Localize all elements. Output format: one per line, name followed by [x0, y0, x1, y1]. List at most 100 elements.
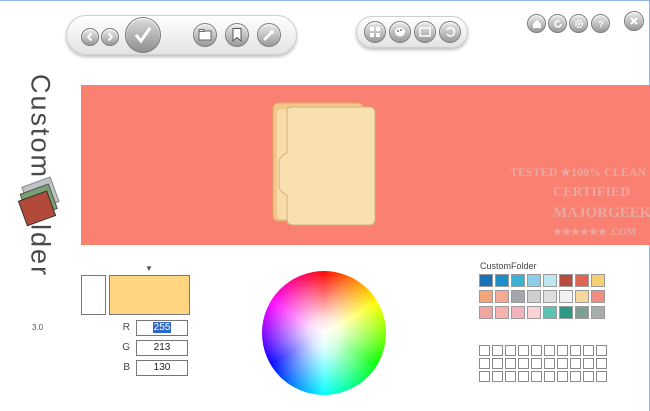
window-top-border [0, 0, 650, 1]
palette-swatch[interactable] [559, 306, 573, 319]
palette-swatch[interactable] [559, 274, 573, 287]
r-value: 255 [152, 322, 172, 333]
b-label: B [123, 362, 130, 373]
help-button[interactable]: ? [591, 14, 610, 33]
custom-color-slot[interactable] [505, 345, 516, 356]
palette-swatch[interactable] [479, 306, 493, 319]
color-wheel[interactable] [262, 271, 386, 395]
checkmark-icon [134, 27, 152, 44]
custom-color-slot[interactable] [479, 358, 490, 369]
close-icon [630, 17, 638, 25]
palette-swatch[interactable] [543, 290, 557, 303]
previous-color-swatch[interactable] [81, 275, 106, 315]
app-version: 3.0 [32, 323, 44, 332]
folder-preview-icon [272, 102, 376, 226]
watermark-line4: ★★★★★★ .COM [553, 227, 637, 238]
g-input[interactable]: 213 [136, 340, 188, 356]
r-input[interactable]: 255 [136, 320, 188, 336]
custom-color-slot[interactable] [518, 371, 529, 382]
custom-color-slot[interactable] [583, 345, 594, 356]
custom-color-slot[interactable] [544, 371, 555, 382]
palette-swatch[interactable] [527, 306, 541, 319]
grid-tool-button[interactable] [364, 21, 386, 43]
custom-color-slot[interactable] [596, 371, 607, 382]
palette-swatch[interactable] [479, 274, 493, 287]
custom-color-slot[interactable] [531, 371, 542, 382]
palette-swatch[interactable] [559, 290, 573, 303]
folder-icon [198, 29, 212, 41]
custom-color-slot[interactable] [518, 345, 529, 356]
custom-color-slot[interactable] [492, 345, 503, 356]
palette-swatch[interactable] [575, 290, 589, 303]
palette-swatch[interactable] [543, 274, 557, 287]
palette-swatch[interactable] [591, 306, 605, 319]
undo-tool-button[interactable] [439, 21, 461, 43]
custom-color-slot[interactable] [531, 345, 542, 356]
palette-tool-button[interactable] [389, 21, 411, 43]
folder-tool-button[interactable] [193, 23, 217, 47]
custom-color-slot[interactable] [492, 371, 503, 382]
custom-color-slot[interactable] [583, 371, 594, 382]
palette-swatch[interactable] [543, 306, 557, 319]
settings-button[interactable] [569, 14, 588, 33]
watermark-line2: CERTIFIED [553, 185, 631, 200]
svg-text:?: ? [598, 19, 604, 29]
watermark-line3: MAJORGEEKS [553, 205, 650, 221]
custom-color-slot[interactable] [570, 345, 581, 356]
palette-swatch[interactable] [511, 306, 525, 319]
custom-color-slot[interactable] [557, 358, 568, 369]
palette-swatch[interactable] [495, 306, 509, 319]
custom-color-slot[interactable] [492, 358, 503, 369]
image-icon [419, 27, 431, 37]
custom-color-slot[interactable] [544, 358, 555, 369]
g-label: G [122, 342, 130, 353]
custom-color-slot[interactable] [570, 371, 581, 382]
wand-tool-button[interactable] [257, 23, 281, 47]
palette-swatch[interactable] [575, 274, 589, 287]
custom-color-slot[interactable] [596, 345, 607, 356]
palette-swatch[interactable] [527, 290, 541, 303]
close-button[interactable] [624, 11, 644, 31]
refresh-button[interactable] [548, 14, 567, 33]
palette-swatch[interactable] [591, 274, 605, 287]
selected-color-marker: ▼ [145, 264, 153, 273]
custom-color-slot[interactable] [544, 345, 555, 356]
custom-color-slot[interactable] [518, 358, 529, 369]
palette-swatch[interactable] [575, 306, 589, 319]
forward-arrow-icon [107, 32, 114, 42]
bookmark-icon [232, 28, 242, 42]
palette-title: CustomFolder [480, 261, 537, 271]
wand-icon [263, 29, 275, 41]
r-label: R [122, 322, 130, 333]
palette-swatch[interactable] [511, 274, 525, 287]
bookmark-tool-button[interactable] [225, 23, 249, 47]
custom-color-slot[interactable] [531, 358, 542, 369]
palette-swatch[interactable] [495, 274, 509, 287]
back-button[interactable] [81, 28, 99, 46]
custom-color-slot[interactable] [557, 345, 568, 356]
custom-color-slot[interactable] [596, 358, 607, 369]
custom-color-slot[interactable] [570, 358, 581, 369]
palette-swatch[interactable] [527, 274, 541, 287]
help-icon: ? [598, 19, 604, 29]
b-value: 130 [153, 362, 171, 373]
undo-icon [446, 27, 456, 37]
image-tool-button[interactable] [414, 21, 436, 43]
palette-swatch[interactable] [591, 290, 605, 303]
palette-swatch[interactable] [511, 290, 525, 303]
custom-color-slot[interactable] [479, 345, 490, 356]
apply-button[interactable] [125, 17, 161, 53]
b-input[interactable]: 130 [136, 360, 188, 376]
custom-color-slot[interactable] [557, 371, 568, 382]
palette-swatch[interactable] [495, 290, 509, 303]
forward-button[interactable] [101, 28, 119, 46]
current-color-swatch[interactable] [109, 275, 190, 315]
custom-color-slot[interactable] [505, 371, 516, 382]
custom-color-slot[interactable] [479, 371, 490, 382]
home-icon [532, 19, 541, 28]
custom-color-slot[interactable] [505, 358, 516, 369]
custom-color-slot[interactable] [583, 358, 594, 369]
palette-swatch[interactable] [479, 290, 493, 303]
gear-icon [574, 19, 583, 28]
home-button[interactable] [527, 14, 546, 33]
